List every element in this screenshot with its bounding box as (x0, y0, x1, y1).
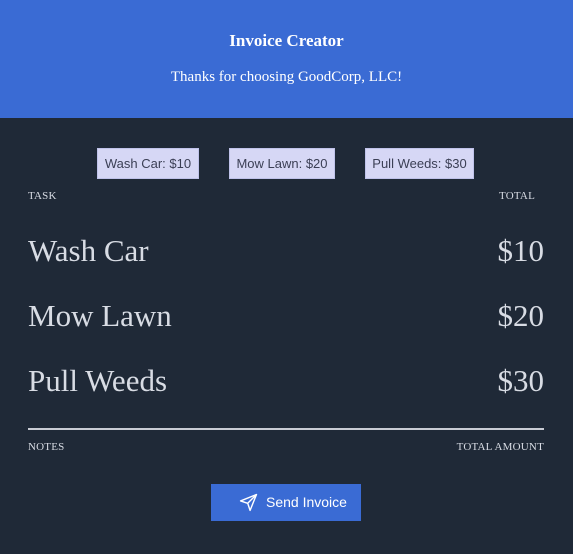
divider (28, 428, 544, 430)
page-subtitle: Thanks for choosing GoodCorp, LLC! (170, 69, 403, 85)
item-task-name: Wash Car (28, 233, 149, 268)
add-pull-weeds-button[interactable]: Pull Weeds: $30 (365, 148, 474, 179)
item-total: $30 (497, 363, 545, 398)
add-mow-lawn-button[interactable]: Mow Lawn: $20 (229, 148, 335, 179)
item-task-name: Pull Weeds (28, 363, 168, 398)
invoice-item-row: Pull Weeds $30 (28, 361, 544, 401)
total-column-header: TOTAL (499, 190, 535, 202)
invoice-item-row: Mow Lawn $20 (28, 296, 544, 336)
paper-plane-icon (239, 493, 258, 512)
task-column-header: TASK (28, 190, 57, 202)
item-task-name: Mow Lawn (28, 298, 172, 333)
add-wash-car-button[interactable]: Wash Car: $10 (97, 148, 199, 179)
page-title: Invoice Creator (229, 31, 344, 50)
send-invoice-label: Send Invoice (266, 494, 347, 510)
item-total: $10 (497, 233, 545, 268)
invoice-item-row: Wash Car $10 (28, 231, 544, 271)
app-header: Invoice Creator Thanks for choosing Good… (0, 0, 573, 118)
send-invoice-button[interactable]: Send Invoice (211, 484, 361, 521)
notes-label: NOTES (28, 441, 65, 453)
item-total: $20 (497, 298, 545, 333)
total-amount-label: TOTAL AMOUNT (456, 441, 544, 453)
